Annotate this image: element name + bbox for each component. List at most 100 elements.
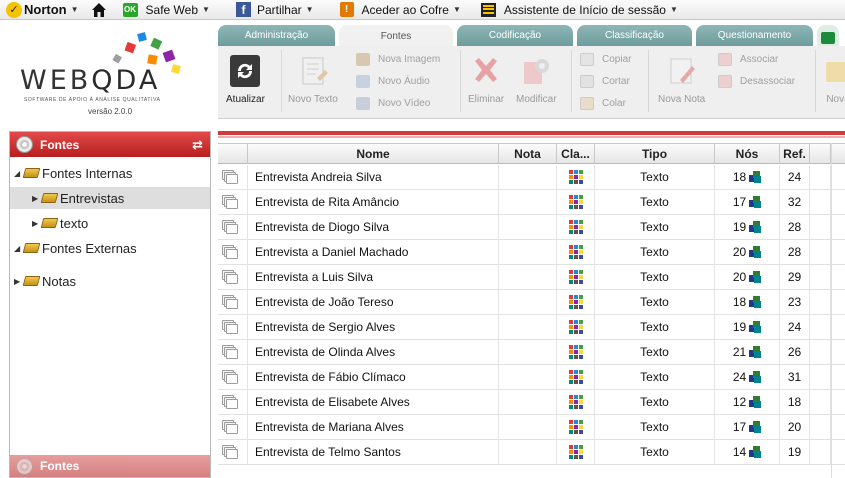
cell-classification[interactable] — [557, 240, 595, 264]
cell-name[interactable]: Entrevista de João Tereso — [248, 290, 499, 314]
cell-note[interactable] — [499, 165, 557, 189]
table-row[interactable]: Entrevista de Telmo Santos Texto 14 19 — [218, 440, 845, 465]
tree-item-entrevistas[interactable]: ▶ Entrevistas — [10, 187, 210, 209]
tab-fontes[interactable]: Fontes — [339, 25, 453, 47]
tab-questionamento[interactable]: Questionamento — [696, 25, 813, 46]
header-refs[interactable]: Ref. — [780, 144, 810, 164]
cell-name[interactable]: Entrevista de Elisabete Alves — [248, 390, 499, 414]
cell-classification[interactable] — [557, 265, 595, 289]
cell-nodes[interactable]: 18 — [715, 165, 780, 189]
cell-classification[interactable] — [557, 440, 595, 464]
tab-codificacao[interactable]: Codificação — [457, 25, 573, 46]
cell-classification[interactable] — [557, 365, 595, 389]
dissociate-button[interactable]: Desassociar — [718, 75, 795, 88]
header-type[interactable]: Tipo — [595, 144, 715, 164]
cell-note[interactable] — [499, 440, 557, 464]
table-row[interactable]: Entrevista a Luis Silva Texto 20 29 — [218, 265, 845, 290]
tree-item-notas[interactable]: ▶ Notas — [14, 270, 76, 292]
cell-note[interactable] — [499, 365, 557, 389]
refresh-button[interactable]: Atualizar — [226, 54, 265, 105]
tab-classificacao[interactable]: Classificação — [577, 25, 692, 46]
sources-panel-footer[interactable]: Fontes — [10, 455, 210, 477]
cell-nodes[interactable]: 14 — [715, 440, 780, 464]
new-image-button[interactable]: Nova Imagem — [356, 53, 440, 66]
new-text-button[interactable]: Novo Texto — [288, 54, 338, 105]
cell-note[interactable] — [499, 265, 557, 289]
cell-classification[interactable] — [557, 165, 595, 189]
cell-nodes[interactable]: 20 — [715, 240, 780, 264]
table-row[interactable]: Entrevista de Elisabete Alves Texto 12 18 — [218, 390, 845, 415]
cell-note[interactable] — [499, 415, 557, 439]
header-classification[interactable]: Cla... — [557, 144, 595, 164]
cell-nodes[interactable]: 12 — [715, 390, 780, 414]
cell-nodes[interactable]: 17 — [715, 190, 780, 214]
home-button[interactable] — [85, 0, 113, 20]
table-row[interactable]: Entrevista Andreia Silva Texto 18 24 — [218, 165, 845, 190]
header-nodes[interactable]: Nós — [715, 144, 780, 164]
copy-button[interactable]: Copiar — [580, 53, 631, 66]
cell-name[interactable]: Entrevista Andreia Silva — [248, 165, 499, 189]
cell-name[interactable]: Entrevista de Mariana Alves — [248, 415, 499, 439]
cell-name[interactable]: Entrevista de Telmo Santos — [248, 440, 499, 464]
tree-item-fontes-externas[interactable]: ◢ Fontes Externas — [14, 237, 137, 259]
table-row[interactable]: Entrevista a Daniel Machado Texto 20 28 — [218, 240, 845, 265]
tree-item-fontes-internas[interactable]: ◢ Fontes Internas — [14, 162, 210, 184]
cell-classification[interactable] — [557, 390, 595, 414]
new-video-button[interactable]: Novo Vídeo — [356, 97, 430, 110]
cell-classification[interactable] — [557, 290, 595, 314]
cell-nodes[interactable]: 21 — [715, 340, 780, 364]
cut-button[interactable]: Cortar — [580, 75, 630, 88]
cell-note[interactable] — [499, 315, 557, 339]
cell-classification[interactable] — [557, 215, 595, 239]
cell-note[interactable] — [499, 215, 557, 239]
cell-classification[interactable] — [557, 415, 595, 439]
refresh-icon[interactable]: ⇄ — [192, 137, 203, 153]
safe-web-button[interactable]: OK Safe Web ▼ — [117, 0, 216, 20]
cell-nodes[interactable]: 19 — [715, 315, 780, 339]
cell-note[interactable] — [499, 240, 557, 264]
modify-button[interactable]: Modificar — [516, 54, 557, 105]
cell-name[interactable]: Entrevista de Rita Amâncio — [248, 190, 499, 214]
cell-name[interactable]: Entrevista de Diogo Silva — [248, 215, 499, 239]
table-row[interactable]: Entrevista de João Tereso Texto 18 23 — [218, 290, 845, 315]
cell-classification[interactable] — [557, 190, 595, 214]
new-audio-button[interactable]: Novo Áudio — [356, 75, 430, 88]
cell-name[interactable]: Entrevista de Olinda Alves — [248, 340, 499, 364]
tab-more[interactable] — [817, 25, 839, 46]
header-note[interactable]: Nota — [499, 144, 557, 164]
associate-button[interactable]: Associar — [718, 53, 778, 66]
cell-nodes[interactable]: 17 — [715, 415, 780, 439]
cell-nodes[interactable]: 19 — [715, 215, 780, 239]
tab-administracao[interactable]: Administração — [218, 25, 335, 46]
table-row[interactable]: Entrevista de Sergio Alves Texto 19 24 — [218, 315, 845, 340]
cell-note[interactable] — [499, 340, 557, 364]
table-row[interactable]: Entrevista de Mariana Alves Texto 17 20 — [218, 415, 845, 440]
cell-note[interactable] — [499, 290, 557, 314]
cell-note[interactable] — [499, 390, 557, 414]
cell-name[interactable]: Entrevista de Fábio Clímaco — [248, 365, 499, 389]
cell-name[interactable]: Entrevista a Daniel Machado — [248, 240, 499, 264]
more-button[interactable]: Nova — [822, 54, 845, 105]
cell-note[interactable] — [499, 190, 557, 214]
table-row[interactable]: Entrevista de Diogo Silva Texto 19 28 — [218, 215, 845, 240]
cell-classification[interactable] — [557, 315, 595, 339]
vault-button[interactable]: ! Aceder ao Cofre ▼ — [334, 0, 467, 20]
cell-name[interactable]: Entrevista a Luis Silva — [248, 265, 499, 289]
norton-menu[interactable]: ✓ Norton ▼ — [0, 0, 85, 20]
table-row[interactable]: Entrevista de Olinda Alves Texto 21 26 — [218, 340, 845, 365]
table-row[interactable]: Entrevista de Fábio Clímaco Texto 24 31 — [218, 365, 845, 390]
header-name[interactable]: Nome — [248, 144, 499, 164]
cell-nodes[interactable]: 20 — [715, 265, 780, 289]
tree-item-texto[interactable]: ▶ texto — [32, 212, 88, 234]
delete-button[interactable]: Eliminar — [468, 54, 504, 105]
cell-nodes[interactable]: 24 — [715, 365, 780, 389]
paste-button[interactable]: Colar — [580, 97, 626, 110]
vertical-scrollbar[interactable] — [831, 143, 845, 478]
cell-name[interactable]: Entrevista de Sergio Alves — [248, 315, 499, 339]
cell-nodes[interactable]: 18 — [715, 290, 780, 314]
cell-classification[interactable] — [557, 340, 595, 364]
share-button[interactable]: f Partilhar ▼ — [230, 0, 320, 20]
table-row[interactable]: Entrevista de Rita Amâncio Texto 17 32 — [218, 190, 845, 215]
new-note-button[interactable]: Nova Nota — [658, 54, 705, 105]
login-assistant-button[interactable]: Assistente de Início de sessão ▼ — [475, 0, 684, 20]
